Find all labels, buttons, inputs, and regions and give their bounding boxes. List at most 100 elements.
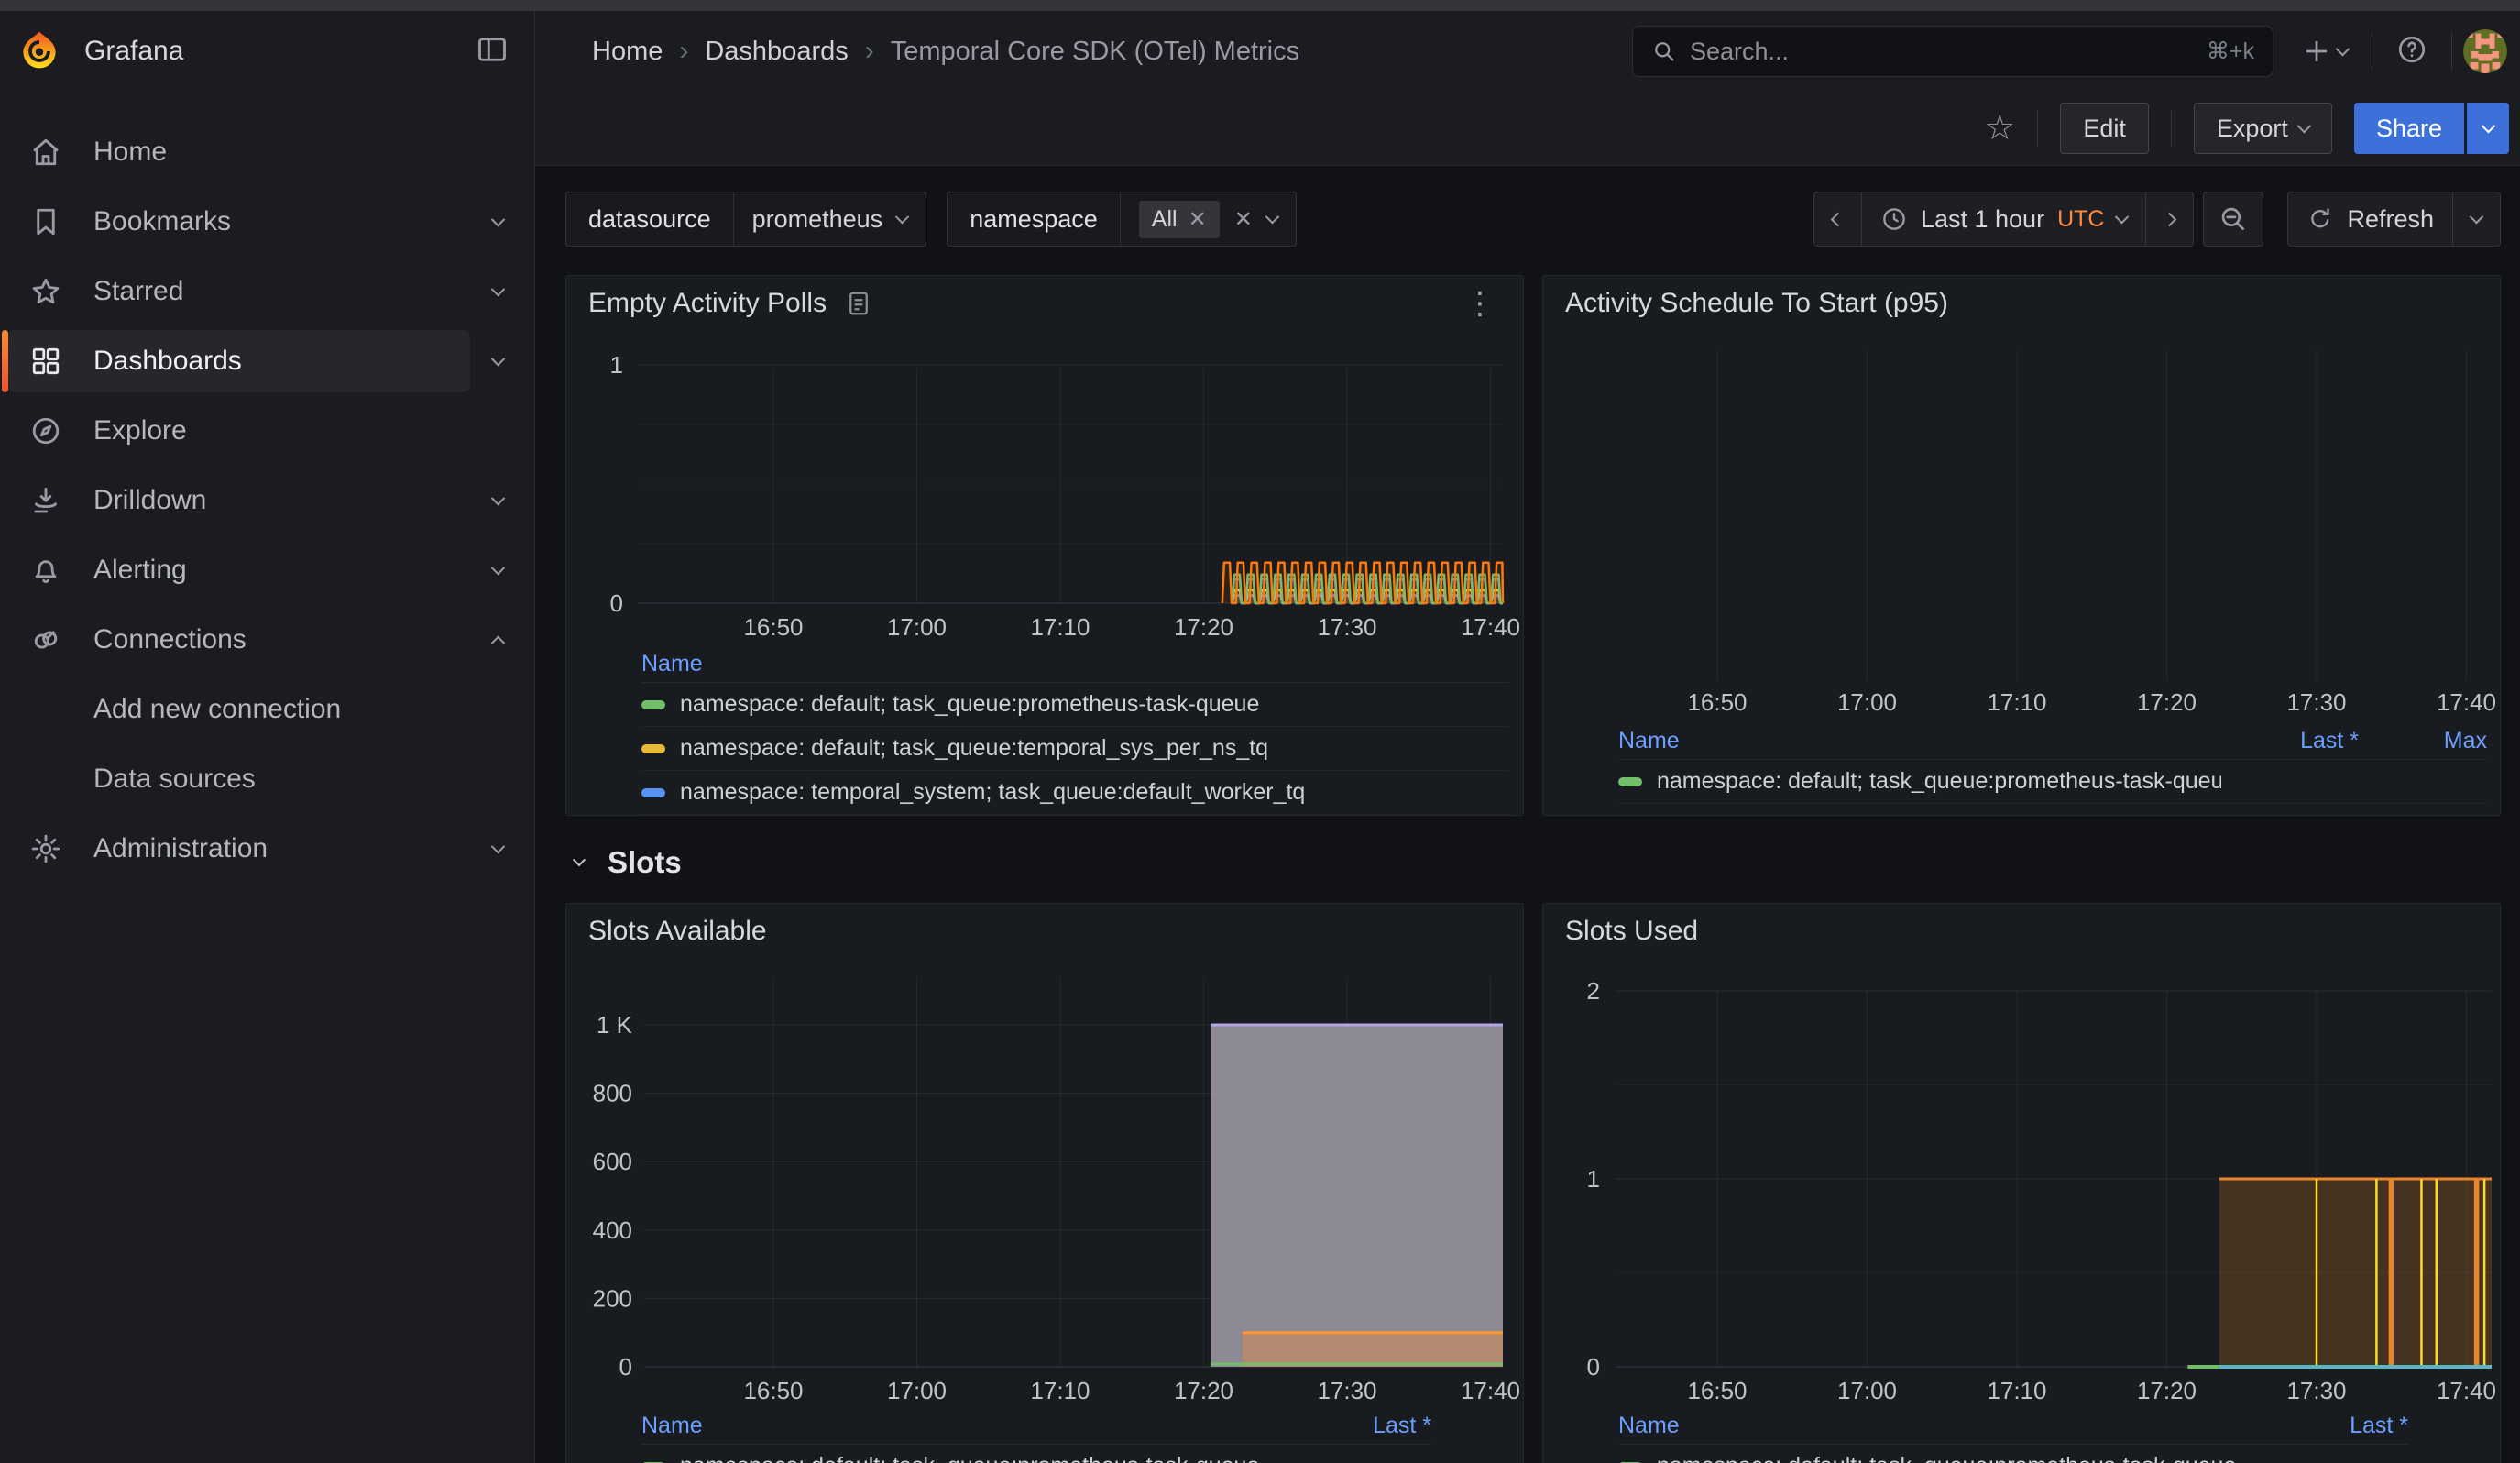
datasource-select[interactable]: prometheus <box>734 192 926 246</box>
sidebar-item-alerting[interactable]: Alerting <box>0 535 534 605</box>
sidebar-item-starred[interactable]: Starred <box>0 257 534 326</box>
search-input[interactable] <box>1690 38 2207 66</box>
svg-text:17:20: 17:20 <box>1174 1377 1233 1404</box>
namespace-chip[interactable]: All ✕ <box>1139 201 1220 238</box>
svg-text:2: 2 <box>1587 977 1600 1005</box>
slots-used-chart[interactable]: 16:5017:0017:1017:2017:3017:40012 <box>1543 904 2501 1410</box>
legend-header-name[interactable]: Name <box>1618 1413 2271 1439</box>
refresh-button[interactable]: Refresh <box>2288 192 2452 246</box>
chevron-down-icon[interactable] <box>491 212 506 226</box>
svg-text:16:50: 16:50 <box>1687 1377 1747 1404</box>
namespace-select[interactable]: All ✕ ✕ <box>1121 192 1296 246</box>
sidebar-item-home[interactable]: Home <box>0 117 534 187</box>
slots-available-chart[interactable]: 16:5017:0017:1017:2017:3017:400200400600… <box>566 904 1524 1410</box>
section-title: Slots <box>608 845 682 880</box>
clear-icon[interactable]: ✕ <box>1234 206 1253 233</box>
time-forward-button[interactable] <box>2145 192 2193 246</box>
legend-header-name[interactable]: Name <box>641 651 703 677</box>
legend-row[interactable]: namespace: default; task_queue:prometheu… <box>1618 760 2487 804</box>
svg-text:17:00: 17:00 <box>887 1377 947 1404</box>
empty-activity-polls-chart[interactable]: 16:5017:0017:1017:2017:3017:4001 <box>566 276 1524 647</box>
sidebar-item-explore[interactable]: Explore <box>0 396 534 466</box>
sidebar-item-add-new-connection[interactable]: Add new connection <box>0 675 534 744</box>
panel-title[interactable]: Empty Activity Polls <box>588 288 827 319</box>
sidebar-item-dashboards[interactable]: Dashboards <box>0 326 534 396</box>
breadcrumb-dashboards[interactable]: Dashboards <box>705 37 848 67</box>
legend-row[interactable]: namespace: default; task_queue:prometheu… <box>1618 1445 2408 1463</box>
search-box[interactable]: ⌘+k <box>1632 26 2273 77</box>
chevron-down-icon <box>2336 41 2350 56</box>
chevron-up-icon[interactable] <box>491 635 506 650</box>
series-name[interactable]: namespace: default; task_queue:prometheu… <box>680 691 1508 718</box>
legend-header-name[interactable]: Name <box>1618 728 2221 754</box>
chevron-down-icon <box>1265 209 1280 224</box>
sidebar-item-bookmarks[interactable]: Bookmarks <box>0 187 534 257</box>
zoom-out-icon <box>2218 204 2249 235</box>
refresh-group: Refresh <box>2287 192 2501 247</box>
edit-button[interactable]: Edit <box>2060 103 2149 154</box>
series-name[interactable]: namespace: temporal_system; task_queue:d… <box>680 779 1508 806</box>
help-button[interactable] <box>2396 34 2427 70</box>
chevron-down-icon[interactable] <box>491 490 506 505</box>
chevron-down-icon[interactable] <box>491 351 506 366</box>
svg-text:800: 800 <box>593 1080 632 1107</box>
chevron-down-icon <box>2470 209 2484 224</box>
time-back-button[interactable] <box>1814 192 1861 246</box>
sidebar-item-connections[interactable]: Connections <box>0 605 534 675</box>
row-section-slots[interactable]: Slots <box>575 840 682 886</box>
favorite-star-icon[interactable]: ☆ <box>1984 111 2015 146</box>
description-icon[interactable] <box>845 290 872 317</box>
sidebar-item-label: Add new connection <box>93 694 503 725</box>
panel-title[interactable]: Activity Schedule To Start (p95) <box>1565 288 1948 319</box>
home-icon <box>29 136 62 169</box>
sidebar-item-administration[interactable]: Administration <box>0 814 534 884</box>
legend-header-last[interactable]: Last * <box>1294 1413 1431 1439</box>
refresh-interval-button[interactable] <box>2452 192 2500 246</box>
series-name[interactable]: namespace: default; task_queue:prometheu… <box>680 1453 1294 1463</box>
legend-row[interactable]: namespace: default; task_queue:prometheu… <box>641 683 1508 727</box>
panel-menu-icon[interactable]: ⋮ <box>1453 285 1507 322</box>
grafana-app: Grafana Home › Dashboards › Temporal Cor… <box>0 0 2520 1463</box>
sidebar-toggle-icon[interactable] <box>476 33 509 71</box>
legend: Name namespace: default; task_queue:prom… <box>641 646 1508 815</box>
svg-text:16:50: 16:50 <box>1687 688 1747 716</box>
add-new-button[interactable] <box>2301 36 2348 67</box>
timepicker-button[interactable]: Last 1 hour UTC <box>1861 192 2145 246</box>
legend-header-name[interactable]: Name <box>641 1413 1294 1439</box>
drilldown-icon <box>29 484 62 517</box>
remove-chip-icon[interactable]: ✕ <box>1189 206 1207 233</box>
share-button[interactable]: Share <box>2354 103 2464 154</box>
avatar[interactable] <box>2463 29 2507 73</box>
series-name[interactable]: namespace: default; task_queue:temporal_… <box>680 735 1508 762</box>
search-icon <box>1651 38 1677 64</box>
breadcrumb-home[interactable]: Home <box>592 37 663 67</box>
legend-row[interactable]: namespace: default; task_queue:prometheu… <box>641 1445 1431 1463</box>
svg-text:0: 0 <box>610 589 623 617</box>
panel-header: Activity Schedule To Start (p95) <box>1543 276 2500 331</box>
panel-activity-schedule-to-start: Activity Schedule To Start (p95) 16:5017… <box>1542 275 2501 816</box>
panel-title[interactable]: Slots Used <box>1565 916 1698 947</box>
chevron-down-icon[interactable] <box>491 839 506 853</box>
sidebar-item-label: Starred <box>93 276 493 307</box>
legend-row[interactable]: namespace: default; task_queue:temporal_… <box>641 727 1508 771</box>
sidebar-item-data-sources[interactable]: Data sources <box>0 744 534 814</box>
nav-actions: ⌘+k <box>1632 26 2520 77</box>
sidebar-item-drilldown[interactable]: Drilldown <box>0 466 534 535</box>
legend-header-last[interactable]: Last * <box>2271 1413 2408 1439</box>
chevron-down-icon[interactable] <box>491 560 506 575</box>
grafana-logo-icon[interactable] <box>18 30 60 72</box>
share-menu-button[interactable] <box>2467 103 2509 154</box>
legend-header-max[interactable]: Max <box>2359 728 2487 754</box>
series-name[interactable]: namespace: default; task_queue:prometheu… <box>1657 768 2221 795</box>
activity-schedule-chart[interactable]: 16:5017:0017:1017:2017:3017:40 <box>1543 276 2501 725</box>
panel-header: Empty Activity Polls ⋮ <box>566 276 1523 331</box>
breadcrumb-separator: › <box>679 36 688 67</box>
legend-row[interactable]: namespace: temporal_system; task_queue:d… <box>641 771 1508 815</box>
chevron-down-icon[interactable] <box>491 281 506 296</box>
legend-header-last[interactable]: Last * <box>2221 728 2359 754</box>
series-name[interactable]: namespace: default; task_queue:prometheu… <box>1657 1453 2271 1463</box>
zoom-out-button[interactable] <box>2203 192 2263 247</box>
export-button[interactable]: Export <box>2194 103 2332 154</box>
sidebar-item-label: Home <box>93 137 503 168</box>
panel-title[interactable]: Slots Available <box>588 916 767 947</box>
